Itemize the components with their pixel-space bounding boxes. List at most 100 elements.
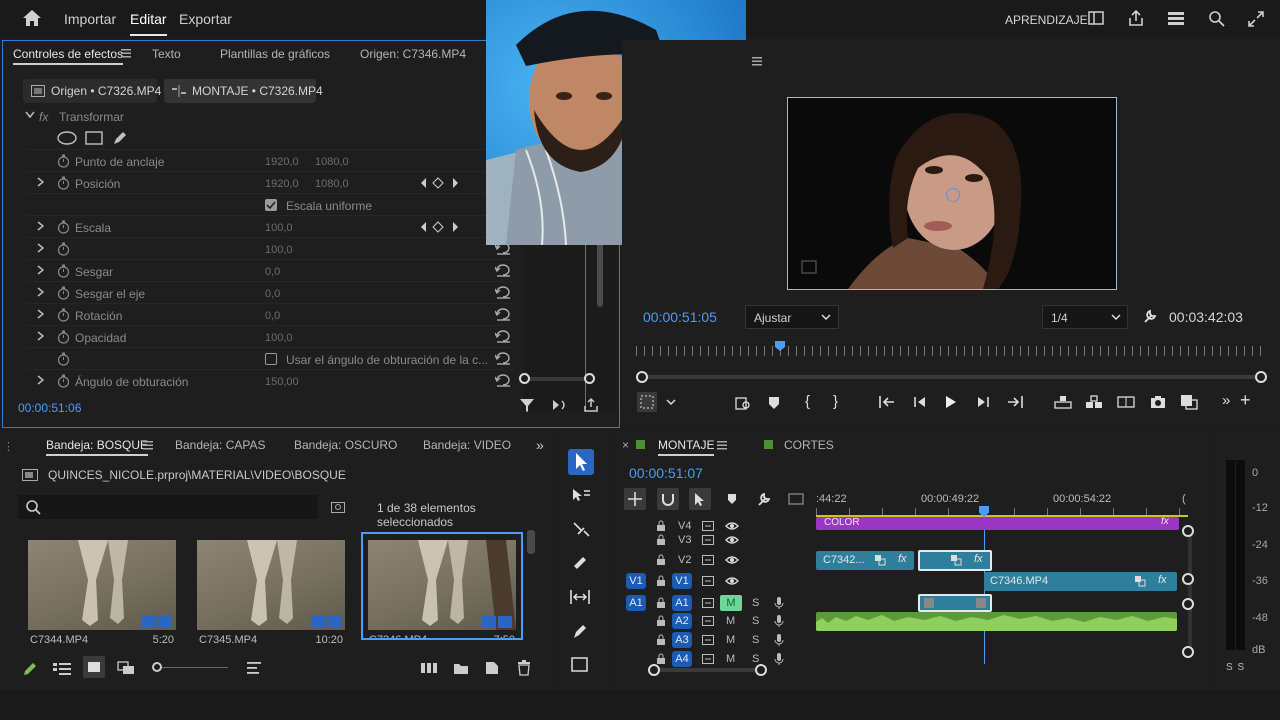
eye-icon[interactable]: [725, 555, 739, 565]
vscroll-handle[interactable]: [1182, 598, 1194, 610]
match-frame-icon[interactable]: [735, 395, 751, 411]
sync-lock-icon[interactable]: [702, 555, 714, 565]
stopwatch-icon[interactable]: [57, 352, 70, 366]
tab-bin-bosque[interactable]: Bandeja: BOSQUE: [46, 438, 149, 456]
lock-icon[interactable]: [656, 597, 666, 608]
linked-selection-toggle[interactable]: [689, 488, 711, 510]
property-row[interactable]: Opacidad 100,0: [25, 325, 515, 347]
monitor-time-ruler[interactable]: [636, 346, 1266, 356]
collapse-chevron-icon[interactable]: [25, 111, 35, 119]
property-value[interactable]: 100,0: [265, 222, 293, 234]
monitor-zoom-left[interactable]: [636, 371, 648, 383]
chevron-down-icon[interactable]: [666, 399, 676, 406]
expand-chevron-icon[interactable]: [37, 243, 44, 253]
play-audio-icon[interactable]: [551, 398, 569, 412]
pen-mask-icon[interactable]: [112, 130, 128, 146]
fullscreen-icon[interactable]: [1247, 10, 1265, 28]
mute-button[interactable]: M: [726, 615, 735, 627]
list-view-icon[interactable]: [53, 662, 71, 676]
tab-bin-oscuro[interactable]: Bandeja: OSCURO: [294, 438, 397, 452]
tab-bin-capas[interactable]: Bandeja: CAPAS: [175, 438, 266, 452]
track-target[interactable]: V1: [672, 573, 692, 589]
reset-parameter-icon[interactable]: [495, 308, 511, 321]
eye-icon[interactable]: [725, 535, 739, 545]
microphone-icon[interactable]: [774, 596, 784, 610]
tab-cortes[interactable]: CORTES: [784, 438, 834, 452]
microphone-icon[interactable]: [774, 614, 784, 628]
bin-item-thumbnail[interactable]: C7344.MP4 5:20: [28, 538, 176, 646]
a2-audio-clip[interactable]: [816, 612, 1177, 631]
color-adjustment-clip[interactable]: COLOR fx: [816, 517, 1179, 530]
track-header[interactable]: A4 M S: [612, 650, 1210, 669]
bin-menu-icon[interactable]: [143, 441, 153, 450]
snap-toggle[interactable]: [657, 488, 679, 510]
selection-tool[interactable]: [568, 449, 594, 475]
go-to-in-icon[interactable]: [878, 395, 896, 409]
tab-source[interactable]: Origen: C7346.MP4: [360, 47, 466, 61]
more-controls-icon[interactable]: »: [1222, 392, 1230, 409]
rectangle-tool[interactable]: [571, 656, 589, 674]
track-header[interactable]: A3 M S: [612, 631, 1210, 650]
vscroll-handle[interactable]: [1182, 573, 1194, 585]
tab-montaje[interactable]: MONTAJE: [658, 438, 715, 456]
timeline-timecode[interactable]: 00:00:51:07: [629, 465, 703, 481]
monitor-zoom-right[interactable]: [1255, 371, 1267, 383]
timeline-hscroll[interactable]: [654, 668, 760, 672]
source-clip-button[interactable]: Origen • C7326.MP4: [23, 79, 161, 103]
eye-icon[interactable]: [725, 576, 739, 586]
share-icon[interactable]: [1127, 9, 1145, 27]
solo-button[interactable]: S: [752, 653, 759, 665]
timeline-menu-icon[interactable]: [717, 441, 727, 450]
v1-clip-c7346[interactable]: C7346.MP4 fx: [984, 572, 1177, 591]
track-header[interactable]: V3: [612, 531, 1210, 550]
solo-button[interactable]: S: [752, 615, 759, 627]
stopwatch-icon[interactable]: [57, 308, 70, 322]
compare-view-icon[interactable]: [1117, 396, 1135, 408]
lock-icon[interactable]: [656, 534, 666, 545]
lift-icon[interactable]: [1054, 395, 1072, 409]
add-marker-icon[interactable]: [727, 493, 737, 505]
panel-layout-icon[interactable]: [1088, 11, 1104, 25]
go-to-out-icon[interactable]: [1006, 395, 1024, 409]
mute-button[interactable]: M: [726, 653, 735, 665]
fx-icon[interactable]: fx: [39, 110, 48, 124]
reset-parameter-icon[interactable]: [495, 286, 511, 299]
property-value[interactable]: 1080,0: [315, 156, 349, 168]
lock-icon[interactable]: [656, 653, 666, 664]
nav-exportar[interactable]: Exportar: [179, 11, 232, 27]
monitor-menu-icon[interactable]: [752, 57, 762, 66]
stopwatch-icon[interactable]: [57, 154, 70, 168]
lock-icon[interactable]: [656, 554, 666, 565]
property-value[interactable]: 0,0: [265, 288, 280, 300]
stopwatch-icon[interactable]: [57, 374, 70, 388]
bin-item-thumbnail[interactable]: C7345.MP4 10:20: [197, 538, 345, 646]
pencil-icon[interactable]: [22, 661, 38, 677]
mute-button-active[interactable]: M: [720, 595, 742, 611]
pen-tool[interactable]: [571, 622, 589, 640]
v2-clip-c7342[interactable]: C7342... fx: [816, 551, 914, 570]
property-row[interactable]: Escala uniforme: [25, 193, 515, 215]
safe-margins-button[interactable]: [637, 392, 657, 412]
panel-menu-icon[interactable]: [121, 49, 131, 58]
sequence-clip-button[interactable]: MONTAJE • C7326.MP4: [164, 79, 323, 103]
ripple-edit-tool[interactable]: [571, 520, 591, 538]
mark-out-icon[interactable]: }: [833, 393, 838, 410]
vscroll-handle[interactable]: [1182, 525, 1194, 537]
stopwatch-icon[interactable]: [57, 264, 70, 278]
settings-wrench-icon[interactable]: [1142, 308, 1158, 324]
sync-lock-icon[interactable]: [702, 598, 714, 608]
trash-icon[interactable]: [517, 660, 531, 676]
timeline-settings-icon[interactable]: [756, 491, 772, 507]
more-tabs-icon[interactable]: »: [536, 437, 544, 453]
fit-dropdown[interactable]: Ajustar: [745, 305, 839, 329]
microphone-icon[interactable]: [774, 633, 784, 647]
property-row[interactable]: Ángulo de obturación 150,00: [25, 369, 515, 391]
captions-icon[interactable]: [788, 493, 804, 505]
solo-button[interactable]: S: [752, 597, 759, 609]
eye-icon[interactable]: [725, 521, 739, 531]
tab-bin-video[interactable]: Bandeja: VIDEO: [423, 438, 511, 452]
timeline-ruler[interactable]: :44:22 00:00:49:22 00:00:54:22 (: [816, 486, 1188, 517]
lock-icon[interactable]: [656, 615, 666, 626]
property-row[interactable]: Rotación 0,0: [25, 303, 515, 325]
icon-view-button[interactable]: [83, 656, 105, 678]
